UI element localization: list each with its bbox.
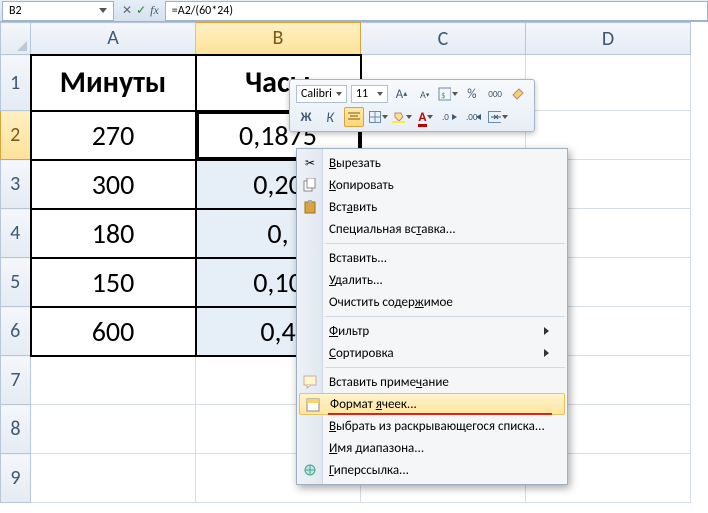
row-header-6[interactable]: 6	[1, 307, 31, 356]
name-box[interactable]: B2	[2, 1, 114, 21]
context-menu: ✂ Вырезать Копировать Вставить Специальн…	[296, 148, 568, 485]
chevron-down-icon	[406, 115, 412, 119]
separator	[325, 316, 565, 317]
separator	[325, 367, 565, 368]
paste-icon	[301, 198, 319, 216]
svg-text:.0: .0	[442, 112, 449, 123]
chevron-down-icon	[336, 92, 342, 96]
ctx-insert[interactable]: Вставить...	[297, 247, 567, 269]
cell-A2[interactable]: 270	[31, 111, 196, 160]
svg-text:$: $	[441, 90, 446, 101]
row-header-1[interactable]: 1	[1, 55, 31, 111]
select-all-corner[interactable]	[1, 23, 31, 55]
accept-formula-icon[interactable]: ✓	[136, 3, 146, 18]
ctx-copy[interactable]: Копировать	[297, 174, 567, 196]
increase-font-icon[interactable]: A▴	[392, 84, 411, 104]
row-header-4[interactable]: 4	[1, 209, 31, 258]
ctx-paste[interactable]: Вставить	[297, 196, 567, 218]
row-header-5[interactable]: 5	[1, 258, 31, 307]
formula-bar: B2 ✕ ✓ fx =A2/(60*24)	[0, 0, 708, 22]
font-family-selector[interactable]: Calibri	[296, 85, 347, 103]
cell-A3[interactable]: 300	[31, 160, 196, 209]
ctx-clear-contents[interactable]: Очистить содержимое	[297, 291, 567, 313]
row-header-3[interactable]: 3	[1, 160, 31, 209]
copy-icon	[301, 176, 319, 194]
hyperlink-icon	[301, 461, 319, 479]
decrease-font-icon[interactable]: A▾	[415, 84, 434, 104]
formula-text: =A2/(60*24)	[172, 4, 233, 18]
align-center-button[interactable]	[344, 107, 364, 127]
cancel-formula-icon[interactable]: ✕	[122, 3, 132, 18]
formula-icons: ✕ ✓ fx	[116, 3, 165, 18]
separator	[325, 243, 565, 244]
format-painter-icon[interactable]	[509, 84, 528, 104]
fx-icon[interactable]: fx	[150, 3, 159, 18]
cell-A1[interactable]: Минуты	[31, 55, 196, 111]
cell-A8[interactable]	[31, 405, 196, 454]
merge-cells-icon[interactable]	[488, 107, 508, 127]
cell-A7[interactable]	[31, 356, 196, 405]
ctx-cut[interactable]: ✂ Вырезать	[297, 152, 567, 174]
chevron-down-icon	[427, 115, 433, 119]
decrease-decimal-icon[interactable]: .0	[440, 107, 460, 127]
comma-format-icon[interactable]: 000	[486, 84, 505, 104]
format-cells-icon	[304, 396, 322, 414]
chevron-down-icon[interactable]	[99, 8, 107, 13]
mini-toolbar: Calibri 11 A▴ A▾ $ % 000 Ж К A .0 .00	[289, 79, 535, 132]
row-header-8[interactable]: 8	[1, 405, 31, 454]
row-header-9[interactable]: 9	[1, 454, 31, 503]
chevron-down-icon	[452, 92, 458, 96]
ctx-paste-special[interactable]: Специальная вставка...	[297, 218, 567, 240]
col-header-A[interactable]: A	[31, 23, 196, 55]
cell-A4[interactable]: 180	[31, 209, 196, 258]
increase-decimal-icon[interactable]: .00	[464, 107, 484, 127]
scissors-icon: ✂	[301, 154, 319, 172]
name-box-value: B2	[9, 4, 22, 18]
ctx-format-cells[interactable]: Формат ячеек...	[299, 393, 565, 415]
submenu-arrow-icon	[544, 349, 549, 357]
row-header-2[interactable]: 2	[1, 111, 31, 160]
comment-icon	[301, 373, 319, 391]
chevron-down-icon	[382, 115, 388, 119]
cell-A9[interactable]	[31, 454, 196, 503]
svg-text:.00: .00	[466, 112, 478, 123]
submenu-arrow-icon	[544, 327, 549, 335]
col-header-B[interactable]: B	[196, 23, 361, 55]
ctx-filter[interactable]: Фильтр	[297, 320, 567, 342]
ctx-delete[interactable]: Удалить...	[297, 269, 567, 291]
ctx-sort[interactable]: Сортировка	[297, 342, 567, 364]
row-header-7[interactable]: 7	[1, 356, 31, 405]
font-size-selector[interactable]: 11	[351, 85, 388, 103]
col-header-D[interactable]: D	[526, 23, 691, 55]
ctx-name-range[interactable]: Имя диапазона...	[297, 437, 567, 459]
chevron-down-icon	[377, 92, 383, 96]
cell-D1[interactable]	[526, 55, 691, 111]
cell-A5[interactable]: 150	[31, 258, 196, 307]
ctx-insert-comment[interactable]: Вставить примечание	[297, 371, 567, 393]
font-color-button[interactable]: A	[416, 107, 436, 127]
percent-format-icon[interactable]: %	[462, 84, 481, 104]
bold-button[interactable]: Ж	[296, 107, 316, 127]
ctx-hyperlink[interactable]: Гиперссылка...	[297, 459, 567, 481]
cell-A6[interactable]: 600	[31, 307, 196, 356]
fill-color-button[interactable]	[392, 107, 412, 127]
col-header-C[interactable]: C	[361, 23, 526, 55]
ctx-pick-from-list[interactable]: Выбрать из раскрывающегося списка...	[297, 415, 567, 437]
formula-input[interactable]: =A2/(60*24)	[165, 1, 708, 21]
italic-button[interactable]: К	[320, 107, 340, 127]
borders-button[interactable]	[368, 107, 388, 127]
accounting-format-icon[interactable]: $	[438, 84, 458, 104]
chevron-down-icon	[502, 115, 508, 119]
